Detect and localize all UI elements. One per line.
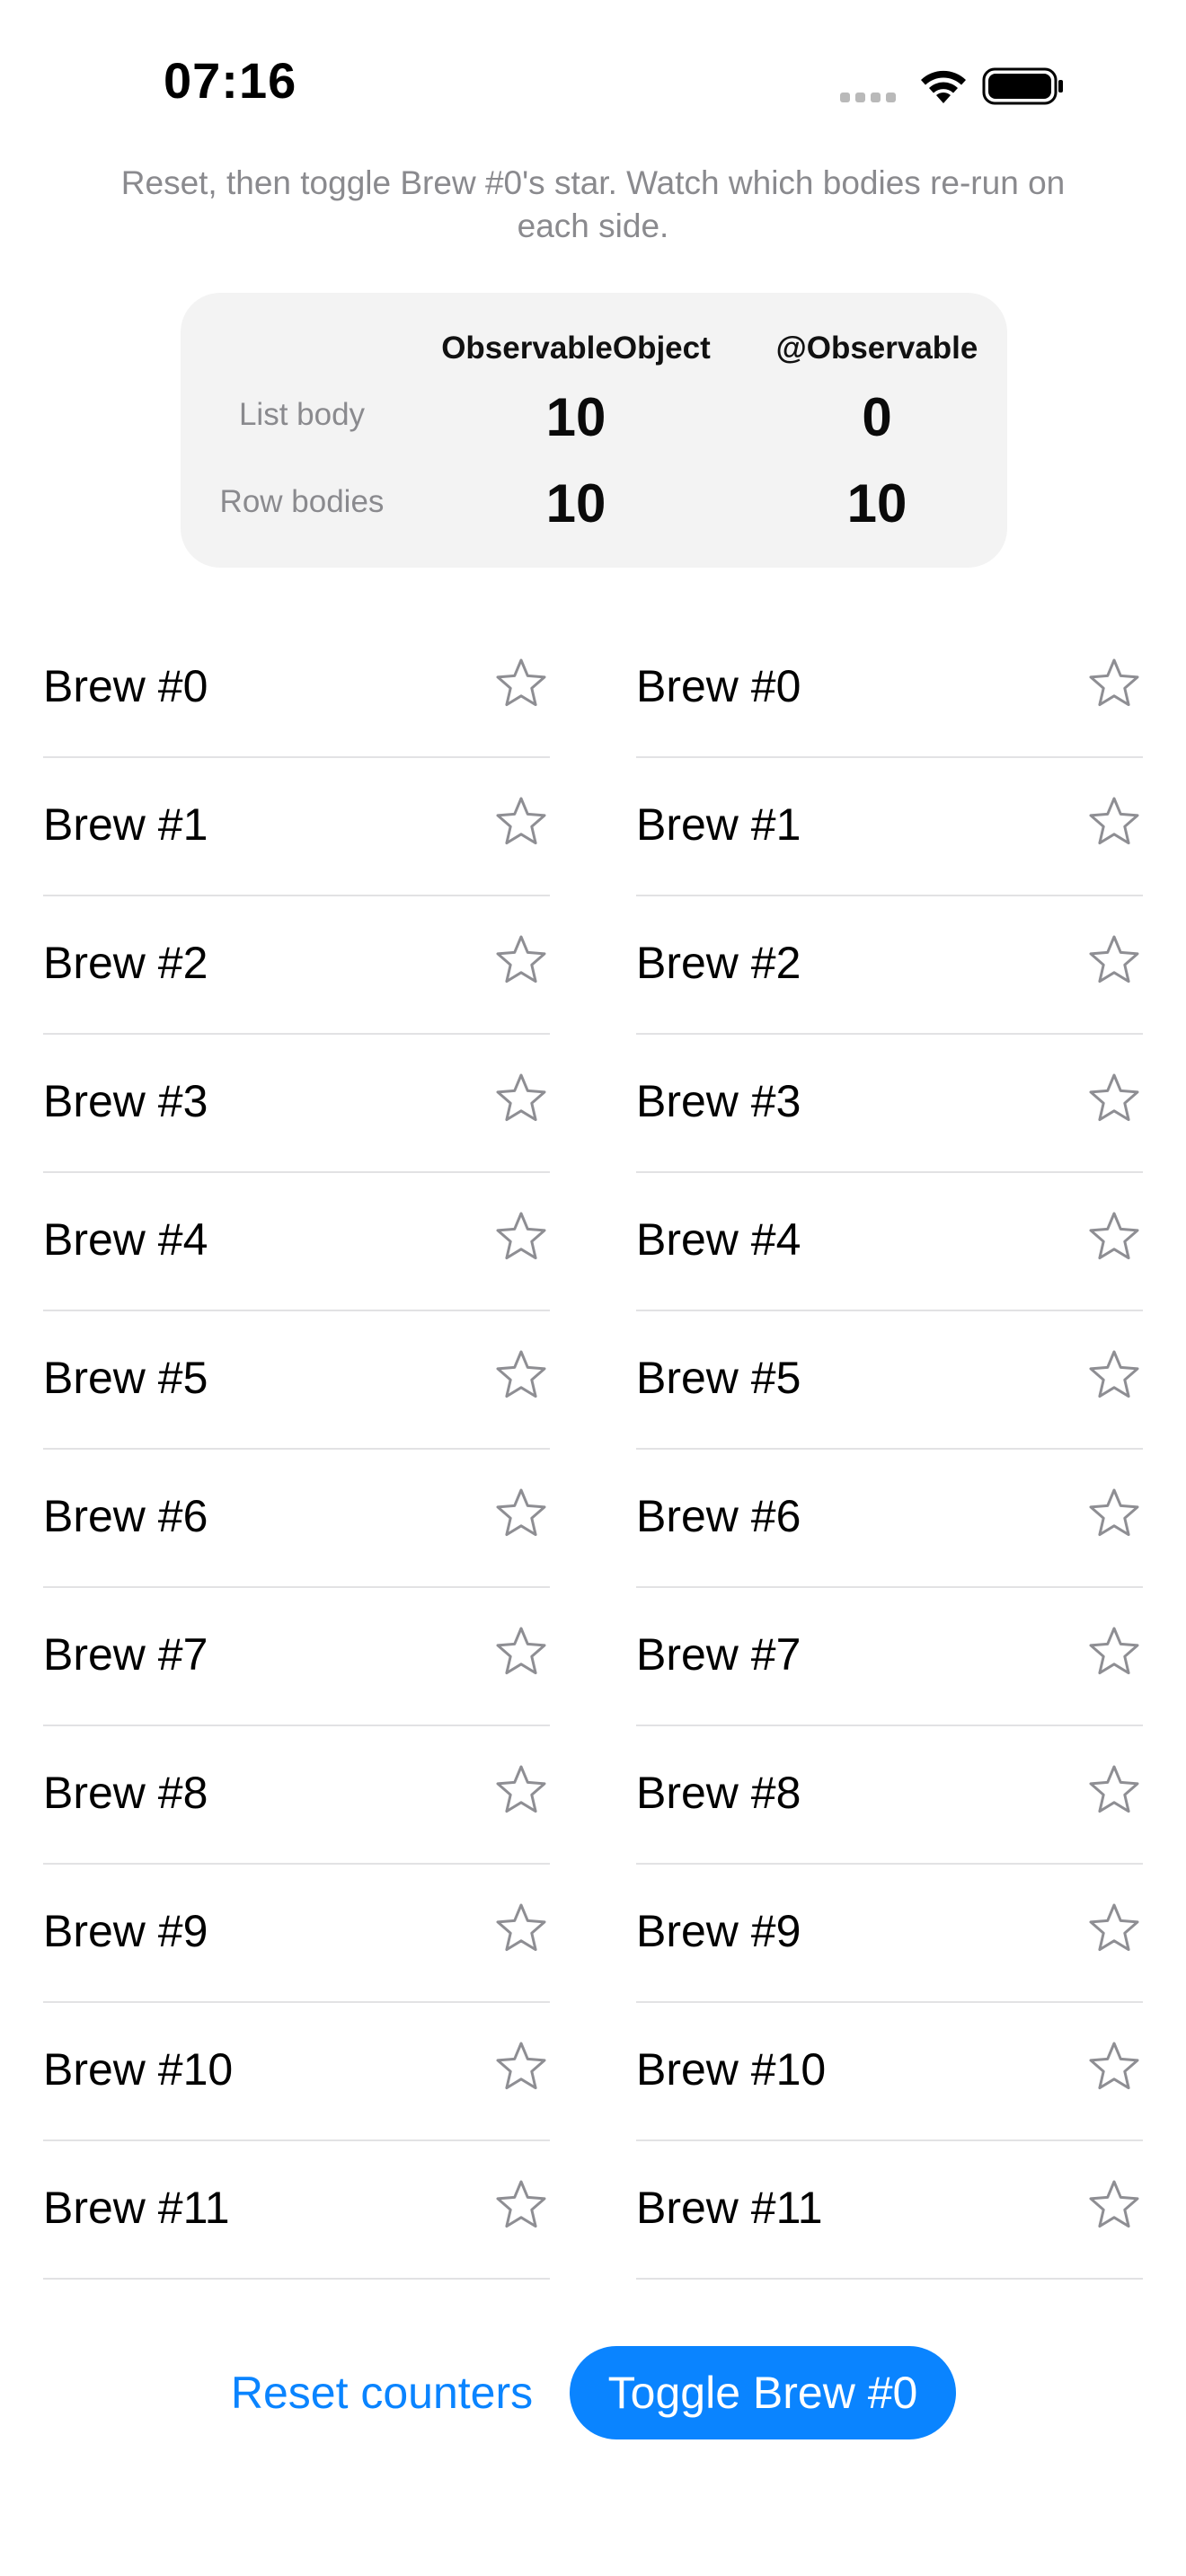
list-item[interactable]: Brew #8 bbox=[636, 1726, 1143, 1865]
star-outline-icon[interactable] bbox=[492, 1209, 550, 1266]
list-item[interactable]: Brew #2 bbox=[43, 896, 550, 1035]
brew-label: Brew #3 bbox=[43, 1076, 208, 1126]
list-item[interactable]: Brew #3 bbox=[636, 1035, 1143, 1173]
brew-label: Brew #5 bbox=[636, 1353, 801, 1403]
star-outline-icon[interactable] bbox=[492, 2039, 550, 2096]
brew-label: Brew #11 bbox=[636, 2183, 823, 2233]
list-item[interactable]: Brew #5 bbox=[636, 1311, 1143, 1450]
star-outline-icon[interactable] bbox=[1085, 932, 1143, 990]
star-outline-icon[interactable] bbox=[1085, 2177, 1143, 2235]
star-outline-icon[interactable] bbox=[492, 932, 550, 990]
render-counter-card: ObservableObject @Observable List body 1… bbox=[181, 293, 1007, 568]
star-outline-icon[interactable] bbox=[492, 1347, 550, 1405]
list-item[interactable]: Brew #8 bbox=[43, 1726, 550, 1865]
brew-label: Brew #7 bbox=[43, 1629, 208, 1680]
column-header-observable-object: ObservableObject bbox=[441, 331, 711, 366]
brew-label: Brew #0 bbox=[43, 661, 208, 711]
column-header-observable-macro: @Observable bbox=[775, 331, 978, 366]
battery-icon bbox=[982, 67, 1063, 105]
observable-macro-brew-list: Brew #0 Brew #1 Brew #2 Brew #3 Brew #4 Brew … bbox=[636, 620, 1143, 2280]
list-item[interactable]: Brew #9 bbox=[636, 1865, 1143, 2003]
star-outline-icon[interactable] bbox=[1085, 1762, 1143, 1820]
brew-label: Brew #10 bbox=[636, 2044, 827, 2095]
brew-label: Brew #1 bbox=[636, 799, 801, 850]
brew-label: Brew #9 bbox=[43, 1906, 208, 1956]
wifi-icon bbox=[921, 70, 966, 103]
status-time: 07:16 bbox=[164, 52, 297, 109]
brew-label: Brew #9 bbox=[636, 1906, 801, 1956]
star-outline-icon[interactable] bbox=[492, 1762, 550, 1820]
star-outline-icon[interactable] bbox=[1085, 1347, 1143, 1405]
brew-label: Brew #3 bbox=[636, 1076, 801, 1126]
status-icons bbox=[840, 59, 1065, 113]
reset-counters-button[interactable]: Reset counters bbox=[216, 2346, 548, 2439]
star-outline-icon[interactable] bbox=[492, 794, 550, 851]
brew-label: Brew #10 bbox=[43, 2044, 234, 2095]
list-item[interactable]: Brew #10 bbox=[636, 2003, 1143, 2141]
brew-label: Brew #7 bbox=[636, 1629, 801, 1680]
star-outline-icon[interactable] bbox=[1085, 2039, 1143, 2096]
star-outline-icon[interactable] bbox=[492, 2177, 550, 2235]
list-body-count-observable-macro: 0 bbox=[862, 387, 892, 447]
brew-label: Brew #11 bbox=[43, 2183, 230, 2233]
list-item[interactable]: Brew #9 bbox=[43, 1865, 550, 2003]
list-item[interactable]: Brew #2 bbox=[636, 896, 1143, 1035]
list-item[interactable]: Brew #11 bbox=[43, 2141, 550, 2280]
star-outline-icon[interactable] bbox=[492, 1624, 550, 1681]
brew-label: Brew #8 bbox=[636, 1768, 801, 1818]
instructions-text: Reset, then toggle Brew #0's star. Watch… bbox=[120, 164, 1066, 244]
star-outline-icon[interactable] bbox=[1085, 794, 1143, 851]
list-item[interactable]: Brew #7 bbox=[43, 1588, 550, 1726]
list-item[interactable]: Brew #1 bbox=[43, 758, 550, 896]
list-item[interactable]: Brew #0 bbox=[43, 620, 550, 758]
star-outline-icon[interactable] bbox=[1085, 1901, 1143, 1958]
observable-object-brew-list: Brew #0 Brew #1 Brew #2 Brew #3 Brew #4 Brew … bbox=[43, 620, 550, 2280]
brew-label: Brew #6 bbox=[636, 1491, 801, 1541]
star-outline-icon[interactable] bbox=[1085, 1486, 1143, 1543]
list-item[interactable]: Brew #4 bbox=[636, 1173, 1143, 1311]
list-body-count-observable-object: 10 bbox=[545, 387, 606, 447]
list-item[interactable]: Brew #5 bbox=[43, 1311, 550, 1450]
star-outline-icon[interactable] bbox=[492, 1901, 550, 1958]
list-item[interactable]: Brew #1 bbox=[636, 758, 1143, 896]
list-item[interactable]: Brew #3 bbox=[43, 1035, 550, 1173]
list-item[interactable]: Brew #6 bbox=[43, 1450, 550, 1588]
row-label-row-bodies: Row bodies bbox=[219, 484, 385, 519]
star-outline-icon[interactable] bbox=[492, 1486, 550, 1543]
star-outline-icon[interactable] bbox=[1085, 1624, 1143, 1681]
toggle-brew-0-button[interactable]: Toggle Brew #0 bbox=[570, 2346, 956, 2439]
brew-label: Brew #2 bbox=[636, 938, 801, 988]
brew-label: Brew #4 bbox=[43, 1214, 208, 1265]
row-bodies-count-observable-macro: 10 bbox=[846, 473, 907, 534]
list-item[interactable]: Brew #11 bbox=[636, 2141, 1143, 2280]
brew-label: Brew #1 bbox=[43, 799, 208, 850]
list-item[interactable]: Brew #0 bbox=[636, 620, 1143, 758]
list-item[interactable]: Brew #6 bbox=[636, 1450, 1143, 1588]
brew-label: Brew #2 bbox=[43, 938, 208, 988]
row-bodies-count-observable-object: 10 bbox=[545, 473, 606, 534]
star-outline-icon[interactable] bbox=[1085, 1209, 1143, 1266]
cellular-signal-icon bbox=[840, 71, 896, 102]
star-outline-icon[interactable] bbox=[492, 1071, 550, 1128]
star-outline-icon[interactable] bbox=[492, 656, 550, 713]
list-item[interactable]: Brew #4 bbox=[43, 1173, 550, 1311]
brew-label: Brew #5 bbox=[43, 1353, 208, 1403]
brew-label: Brew #8 bbox=[43, 1768, 208, 1818]
star-outline-icon[interactable] bbox=[1085, 1071, 1143, 1128]
status-bar: 07:16 bbox=[0, 0, 1186, 171]
brew-label: Brew #6 bbox=[43, 1491, 208, 1541]
brew-label: Brew #0 bbox=[636, 661, 801, 711]
list-item[interactable]: Brew #7 bbox=[636, 1588, 1143, 1726]
brew-label: Brew #4 bbox=[636, 1214, 801, 1265]
row-label-list-body: List body bbox=[238, 397, 366, 432]
list-item[interactable]: Brew #10 bbox=[43, 2003, 550, 2141]
star-outline-icon[interactable] bbox=[1085, 656, 1143, 713]
